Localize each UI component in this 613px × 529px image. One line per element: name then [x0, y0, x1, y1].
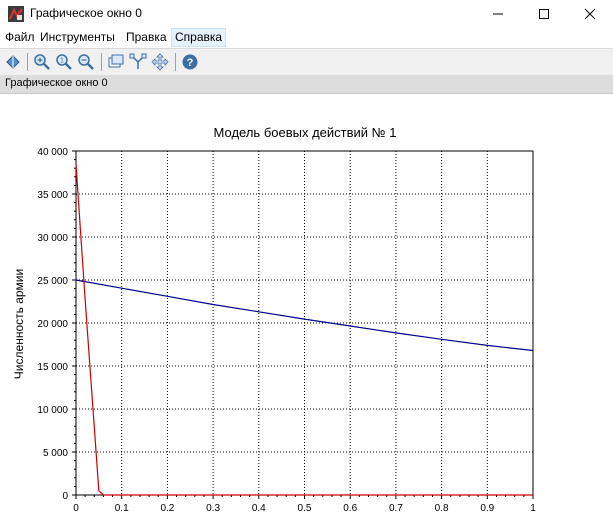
x-tick-label: 0 — [73, 503, 79, 514]
x-tick-label: 0.5 — [298, 503, 312, 514]
y-tick-label: 5 000 — [43, 448, 68, 459]
y-tick-label: 0 — [62, 491, 68, 502]
datatip-button[interactable] — [106, 52, 126, 72]
rotate-button[interactable] — [3, 52, 23, 72]
y-tick-label: 15 000 — [37, 362, 68, 373]
x-tick-label: 1 — [530, 503, 536, 514]
zoom-in-icon — [34, 54, 50, 70]
figure-info-bar: Графическое окно 0 — [0, 75, 613, 94]
menu-bar: Файл Инструменты Правка Справка — [0, 28, 613, 47]
x-tick-label: 0.1 — [115, 503, 129, 514]
toolbar-separator — [175, 53, 176, 71]
toolbar-separator — [101, 53, 102, 71]
x-tick-label: 0.3 — [206, 503, 220, 514]
edit-icon — [129, 53, 147, 69]
menu-help[interactable]: Справка — [171, 28, 227, 47]
y-tick-label: 40 000 — [37, 147, 68, 158]
scilab-graphics-icon — [8, 6, 24, 22]
help-button[interactable]: ? — [180, 52, 200, 72]
axes: 0 0.1 0.2 0.3 0.4 0.5 0.6 0.7 0.8 0.9 105 00010 00… — [37, 147, 536, 514]
x-tick-label: 0.9 — [480, 503, 494, 514]
y-tick-label: 30 000 — [37, 233, 68, 244]
help-icon: ? — [182, 54, 198, 70]
y-tick-label: 20 000 — [37, 319, 68, 330]
maximize-icon — [539, 9, 549, 19]
y-tick-label: 10 000 — [37, 405, 68, 416]
y-axis-label: Численность армии — [12, 269, 26, 379]
plot-canvas[interactable]: Модель боевых действий № 1 Численность а… — [0, 94, 613, 526]
maximize-button[interactable] — [521, 0, 567, 28]
grid — [76, 151, 533, 495]
zoom-original-icon: 1 — [56, 54, 72, 70]
chart: Модель боевых действий № 1 Численность а… — [12, 125, 536, 514]
toolbar: 1 ? — [0, 48, 613, 75]
x-tick-label: 0.2 — [160, 503, 174, 514]
x-tick-label: 0.6 — [343, 503, 357, 514]
y-tick-label: 25 000 — [37, 276, 68, 287]
minimize-icon — [493, 13, 503, 15]
figure-name: Графическое окно 0 — [5, 77, 108, 89]
zoom-out-button[interactable] — [76, 52, 96, 72]
x-tick-label: 0.7 — [389, 503, 403, 514]
zoom-out-icon — [78, 54, 94, 70]
pan-icon — [151, 53, 169, 71]
y-tick-label: 35 000 — [37, 190, 68, 201]
zoom-original-button[interactable]: 1 — [54, 52, 74, 72]
x-tick-label: 0.4 — [252, 503, 266, 514]
zoom-in-button[interactable] — [32, 52, 52, 72]
close-icon — [584, 8, 596, 20]
series-line-blue — [75, 279, 534, 352]
edit-button[interactable] — [128, 52, 148, 72]
datatip-icon — [108, 54, 124, 68]
chart-title: Модель боевых действий № 1 — [214, 125, 397, 140]
rotate-icon — [6, 55, 20, 69]
title-bar: Графическое окно 0 — [0, 0, 613, 28]
menu-tools[interactable]: Инструменты — [37, 29, 118, 46]
menu-file[interactable]: Файл — [2, 29, 38, 46]
toolbar-separator — [27, 53, 28, 71]
minimize-button[interactable] — [475, 0, 521, 28]
svg-text:?: ? — [187, 57, 194, 69]
x-tick-label: 0.8 — [435, 503, 449, 514]
close-button[interactable] — [567, 0, 613, 28]
window-title: Графическое окно 0 — [30, 6, 142, 20]
menu-edit[interactable]: Правка — [123, 29, 170, 46]
svg-text:1: 1 — [60, 58, 64, 65]
pan-button[interactable] — [150, 52, 170, 72]
